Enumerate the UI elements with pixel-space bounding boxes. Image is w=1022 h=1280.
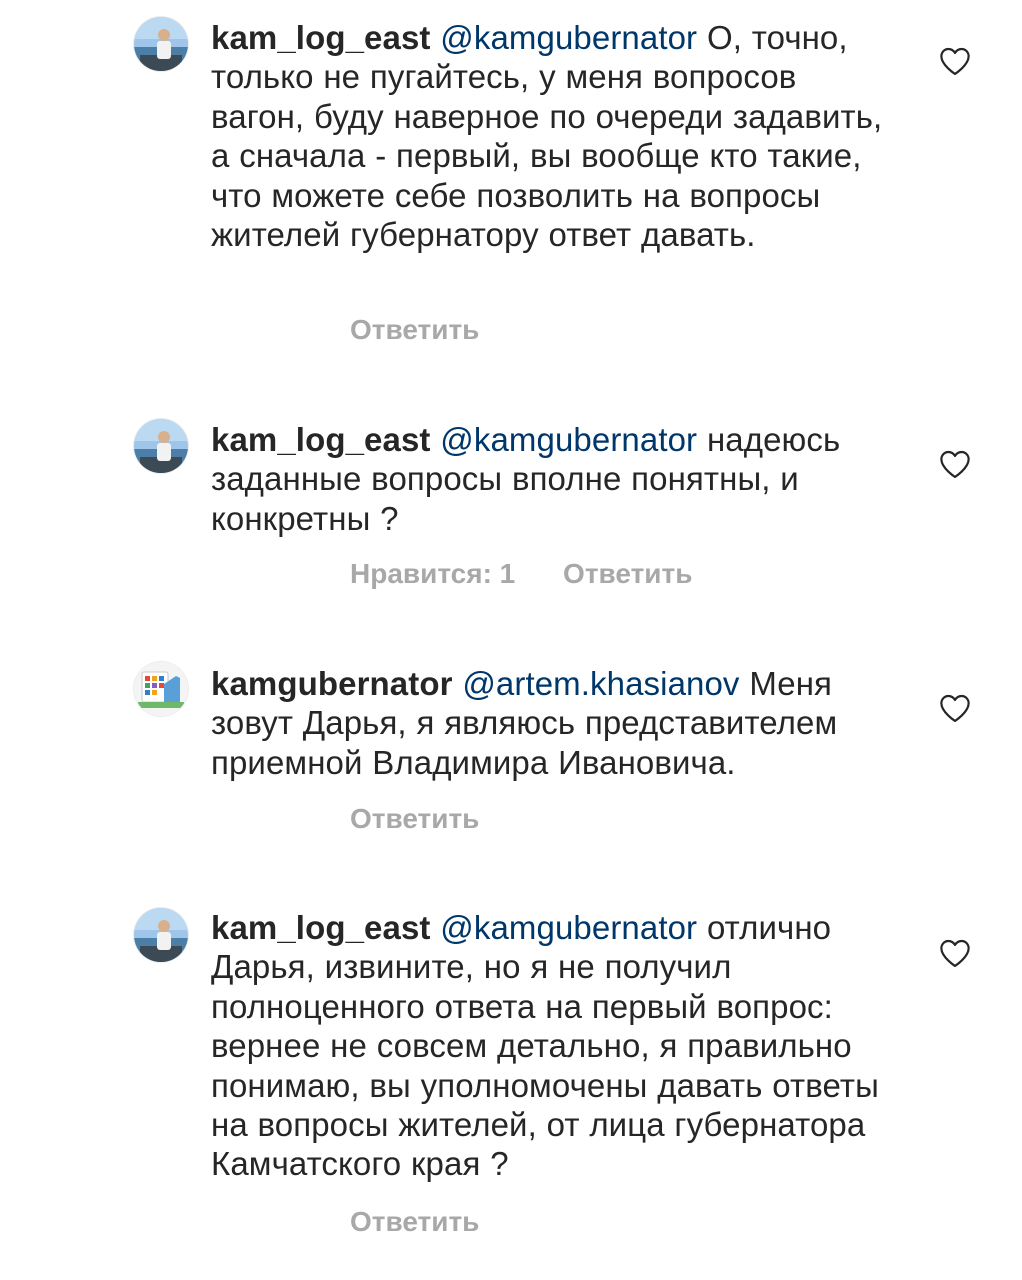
comment-username[interactable]: kam_log_east: [211, 421, 431, 458]
comment-actions: Ответить: [350, 803, 479, 835]
profile-avatar[interactable]: [134, 908, 188, 962]
profile-avatar[interactable]: [134, 419, 188, 473]
comment-mention[interactable]: @artem.khasianov: [462, 665, 739, 702]
profile-photo-avatar: [134, 17, 188, 71]
comment-actions: Ответить: [350, 314, 479, 346]
comment-text: kam_log_east @kamgubernator О, точно, то…: [211, 18, 891, 254]
profile-avatar[interactable]: [134, 662, 188, 716]
comment-mention[interactable]: @kamgubernator: [440, 421, 697, 458]
comment-mention[interactable]: @kamgubernator: [440, 19, 697, 56]
comment-actions: Ответить: [350, 1206, 479, 1238]
profile-photo-avatar: [134, 419, 188, 473]
heart-icon[interactable]: [938, 693, 972, 723]
reply-button[interactable]: Ответить: [350, 803, 479, 835]
comment-mention[interactable]: @kamgubernator: [440, 909, 697, 946]
profile-avatar[interactable]: [134, 17, 188, 71]
heart-icon[interactable]: [938, 938, 972, 968]
heart-icon[interactable]: [938, 449, 972, 479]
comment-text: kamgubernator @artem.khasianov Меня зову…: [211, 664, 891, 782]
reply-button[interactable]: Ответить: [563, 558, 692, 590]
comment-text: kam_log_east @kamgubernator надеюсь зада…: [211, 420, 891, 538]
reply-button[interactable]: Ответить: [350, 1206, 479, 1238]
reply-button[interactable]: Ответить: [350, 314, 479, 346]
comment-body: отлично Дарья, извините, но я не получил…: [211, 909, 879, 1183]
comment-username[interactable]: kam_log_east: [211, 19, 431, 56]
comment-username[interactable]: kam_log_east: [211, 909, 431, 946]
likes-count-button[interactable]: Нравится: 1: [350, 558, 515, 590]
profile-photo-avatar: [134, 908, 188, 962]
comment-username[interactable]: kamgubernator: [211, 665, 453, 702]
heart-icon[interactable]: [938, 46, 972, 76]
comment-text: kam_log_east @kamgubernator отлично Дарь…: [211, 908, 891, 1184]
government-building-avatar: [134, 662, 188, 716]
comment-actions: Нравится: 1 Ответить: [350, 558, 692, 590]
